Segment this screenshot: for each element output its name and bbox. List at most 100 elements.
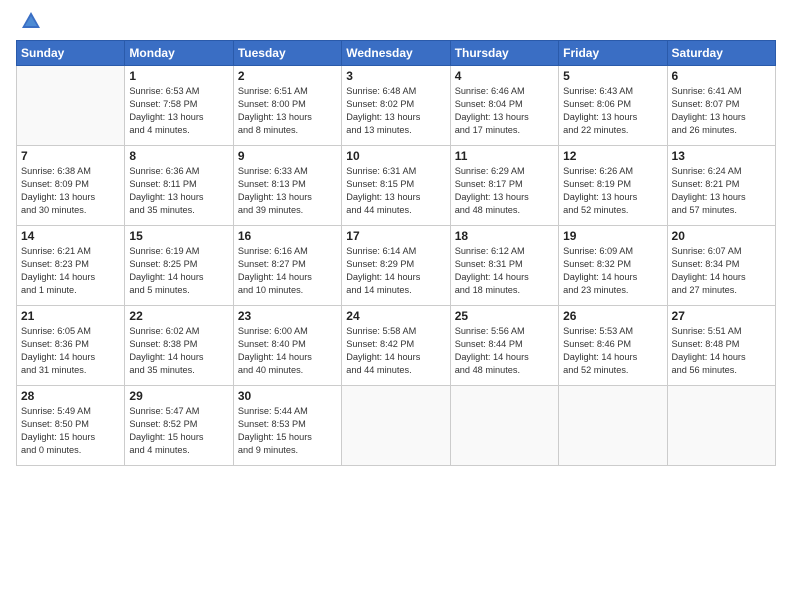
cell-info: Sunrise: 6:21 AMSunset: 8:23 PMDaylight:… (21, 245, 120, 297)
table-row: 9 Sunrise: 6:33 AMSunset: 8:13 PMDaylight… (233, 146, 341, 226)
table-row: 22 Sunrise: 6:02 AMSunset: 8:38 PMDayligh… (125, 306, 233, 386)
table-row: 2 Sunrise: 6:51 AMSunset: 8:00 PMDaylight… (233, 66, 341, 146)
table-row: 6 Sunrise: 6:41 AMSunset: 8:07 PMDaylight… (667, 66, 775, 146)
day-number: 21 (21, 309, 120, 323)
day-number: 22 (129, 309, 228, 323)
table-row: 14 Sunrise: 6:21 AMSunset: 8:23 PMDayligh… (17, 226, 125, 306)
col-monday: Monday (125, 41, 233, 66)
cell-info: Sunrise: 6:07 AMSunset: 8:34 PMDaylight:… (672, 245, 771, 297)
cell-info: Sunrise: 6:36 AMSunset: 8:11 PMDaylight:… (129, 165, 228, 217)
day-number: 29 (129, 389, 228, 403)
day-number: 4 (455, 69, 554, 83)
col-wednesday: Wednesday (342, 41, 450, 66)
calendar-header-row: Sunday Monday Tuesday Wednesday Thursday… (17, 41, 776, 66)
cell-info: Sunrise: 6:14 AMSunset: 8:29 PMDaylight:… (346, 245, 445, 297)
col-thursday: Thursday (450, 41, 558, 66)
day-number: 7 (21, 149, 120, 163)
cell-info: Sunrise: 6:24 AMSunset: 8:21 PMDaylight:… (672, 165, 771, 217)
table-row: 21 Sunrise: 6:05 AMSunset: 8:36 PMDayligh… (17, 306, 125, 386)
day-number: 14 (21, 229, 120, 243)
table-row: 26Sunrise: 5:53 AMSunset: 8:46 PMDayligh… (559, 306, 667, 386)
table-row: 3 Sunrise: 6:48 AMSunset: 8:02 PMDaylight… (342, 66, 450, 146)
day-number: 28 (21, 389, 120, 403)
cell-info: Sunrise: 6:51 AMSunset: 8:00 PMDaylight:… (238, 85, 337, 137)
table-row: 4Sunrise: 6:46 AMSunset: 8:04 PMDaylight… (450, 66, 558, 146)
logo (16, 10, 42, 32)
day-number: 10 (346, 149, 445, 163)
table-row: 5 Sunrise: 6:43 AMSunset: 8:06 PMDaylight… (559, 66, 667, 146)
cell-info: Sunrise: 6:12 AMSunset: 8:31 PMDaylight:… (455, 245, 554, 297)
cell-info: Sunrise: 6:29 AMSunset: 8:17 PMDaylight:… (455, 165, 554, 217)
cell-info: Sunrise: 5:51 AMSunset: 8:48 PMDaylight:… (672, 325, 771, 377)
cell-info: Sunrise: 6:43 AMSunset: 8:06 PMDaylight:… (563, 85, 662, 137)
day-number: 6 (672, 69, 771, 83)
day-number: 20 (672, 229, 771, 243)
table-row (559, 386, 667, 466)
day-number: 2 (238, 69, 337, 83)
cell-info: Sunrise: 6:09 AMSunset: 8:32 PMDaylight:… (563, 245, 662, 297)
table-row: 13 Sunrise: 6:24 AMSunset: 8:21 PMDayligh… (667, 146, 775, 226)
table-row: 24 Sunrise: 5:58 AMSunset: 8:42 PMDayligh… (342, 306, 450, 386)
table-row: 17 Sunrise: 6:14 AMSunset: 8:29 PMDayligh… (342, 226, 450, 306)
day-number: 13 (672, 149, 771, 163)
table-row: 19 Sunrise: 6:09 AMSunset: 8:32 PMDayligh… (559, 226, 667, 306)
cell-info: Sunrise: 5:49 AMSunset: 8:50 PMDaylight:… (21, 405, 120, 457)
cell-info: Sunrise: 6:38 AMSunset: 8:09 PMDaylight:… (21, 165, 120, 217)
logo-icon (20, 10, 42, 32)
col-saturday: Saturday (667, 41, 775, 66)
day-number: 19 (563, 229, 662, 243)
day-number: 30 (238, 389, 337, 403)
day-number: 17 (346, 229, 445, 243)
table-row: 29 Sunrise: 5:47 AMSunset: 8:52 PMDayligh… (125, 386, 233, 466)
day-number: 25 (455, 309, 554, 323)
col-tuesday: Tuesday (233, 41, 341, 66)
calendar-week-row: 21 Sunrise: 6:05 AMSunset: 8:36 PMDayligh… (17, 306, 776, 386)
cell-info: Sunrise: 6:05 AMSunset: 8:36 PMDaylight:… (21, 325, 120, 377)
table-row: 23 Sunrise: 6:00 AMSunset: 8:40 PMDayligh… (233, 306, 341, 386)
table-row: 28 Sunrise: 5:49 AMSunset: 8:50 PMDayligh… (17, 386, 125, 466)
table-row: 10 Sunrise: 6:31 AMSunset: 8:15 PMDayligh… (342, 146, 450, 226)
calendar-week-row: 28 Sunrise: 5:49 AMSunset: 8:50 PMDayligh… (17, 386, 776, 466)
cell-info: Sunrise: 5:44 AMSunset: 8:53 PMDaylight:… (238, 405, 337, 457)
table-row (450, 386, 558, 466)
table-row: 15Sunrise: 6:19 AMSunset: 8:25 PMDayligh… (125, 226, 233, 306)
day-number: 1 (129, 69, 228, 83)
day-number: 24 (346, 309, 445, 323)
table-row: 18Sunrise: 6:12 AMSunset: 8:31 PMDayligh… (450, 226, 558, 306)
table-row: 1 Sunrise: 6:53 AMSunset: 7:58 PMDaylight… (125, 66, 233, 146)
header (16, 10, 776, 32)
day-number: 9 (238, 149, 337, 163)
page: Sunday Monday Tuesday Wednesday Thursday… (0, 0, 792, 612)
day-number: 26 (563, 309, 662, 323)
cell-info: Sunrise: 6:48 AMSunset: 8:02 PMDaylight:… (346, 85, 445, 137)
day-number: 11 (455, 149, 554, 163)
cell-info: Sunrise: 6:00 AMSunset: 8:40 PMDaylight:… (238, 325, 337, 377)
table-row (342, 386, 450, 466)
calendar-week-row: 7 Sunrise: 6:38 AMSunset: 8:09 PMDaylight… (17, 146, 776, 226)
cell-info: Sunrise: 6:53 AMSunset: 7:58 PMDaylight:… (129, 85, 228, 137)
cell-info: Sunrise: 5:58 AMSunset: 8:42 PMDaylight:… (346, 325, 445, 377)
calendar-table: Sunday Monday Tuesday Wednesday Thursday… (16, 40, 776, 466)
cell-info: Sunrise: 6:26 AMSunset: 8:19 PMDaylight:… (563, 165, 662, 217)
day-number: 12 (563, 149, 662, 163)
cell-info: Sunrise: 6:41 AMSunset: 8:07 PMDaylight:… (672, 85, 771, 137)
cell-info: Sunrise: 6:31 AMSunset: 8:15 PMDaylight:… (346, 165, 445, 217)
table-row: 7 Sunrise: 6:38 AMSunset: 8:09 PMDaylight… (17, 146, 125, 226)
table-row: 16Sunrise: 6:16 AMSunset: 8:27 PMDayligh… (233, 226, 341, 306)
day-number: 23 (238, 309, 337, 323)
table-row: 20 Sunrise: 6:07 AMSunset: 8:34 PMDayligh… (667, 226, 775, 306)
day-number: 15 (129, 229, 228, 243)
cell-info: Sunrise: 5:56 AMSunset: 8:44 PMDaylight:… (455, 325, 554, 377)
cell-info: Sunrise: 6:02 AMSunset: 8:38 PMDaylight:… (129, 325, 228, 377)
table-row: 30 Sunrise: 5:44 AMSunset: 8:53 PMDayligh… (233, 386, 341, 466)
table-row (17, 66, 125, 146)
table-row: 11 Sunrise: 6:29 AMSunset: 8:17 PMDayligh… (450, 146, 558, 226)
cell-info: Sunrise: 5:47 AMSunset: 8:52 PMDaylight:… (129, 405, 228, 457)
cell-info: Sunrise: 6:33 AMSunset: 8:13 PMDaylight:… (238, 165, 337, 217)
col-friday: Friday (559, 41, 667, 66)
table-row: 27Sunrise: 5:51 AMSunset: 8:48 PMDayligh… (667, 306, 775, 386)
day-number: 8 (129, 149, 228, 163)
day-number: 5 (563, 69, 662, 83)
day-number: 3 (346, 69, 445, 83)
table-row (667, 386, 775, 466)
